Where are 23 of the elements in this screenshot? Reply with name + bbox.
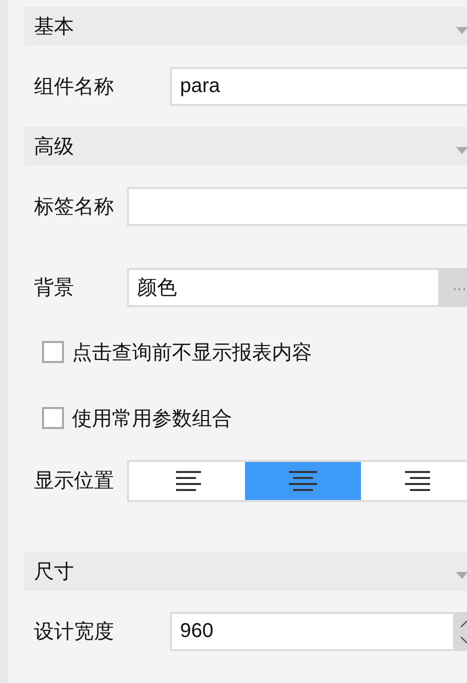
section-header[interactable]: 高级 [24, 127, 467, 166]
collapse-triangle-icon [456, 147, 467, 154]
collapse-triangle-icon [456, 572, 467, 579]
checkbox-label: 使用常用参数组合 [72, 404, 232, 432]
text-field[interactable]: para [170, 67, 467, 106]
field-label: 设计宽度 [33, 618, 115, 645]
color-field[interactable]: 颜色 [127, 268, 440, 307]
alignment-selector[interactable] [127, 460, 467, 502]
checkbox-label: 点击查询前不显示报表内容 [72, 338, 312, 366]
section-header[interactable]: 尺寸 [24, 552, 467, 591]
checkbox[interactable] [42, 407, 64, 429]
number-field[interactable]: 960 [170, 612, 455, 651]
field-label: 背景 [33, 274, 75, 301]
section-header[interactable]: 基本 [24, 7, 467, 46]
collapse-triangle-icon [456, 27, 467, 34]
field-label: 标签名称 [33, 193, 115, 220]
text-field[interactable] [127, 187, 467, 226]
checkbox[interactable] [42, 341, 64, 363]
field-label: 组件名称 [33, 73, 115, 100]
align-right-icon [405, 470, 433, 490]
align-center-icon [289, 470, 317, 490]
align-left-icon [173, 470, 201, 490]
field-label: 显示位置 [33, 467, 115, 494]
